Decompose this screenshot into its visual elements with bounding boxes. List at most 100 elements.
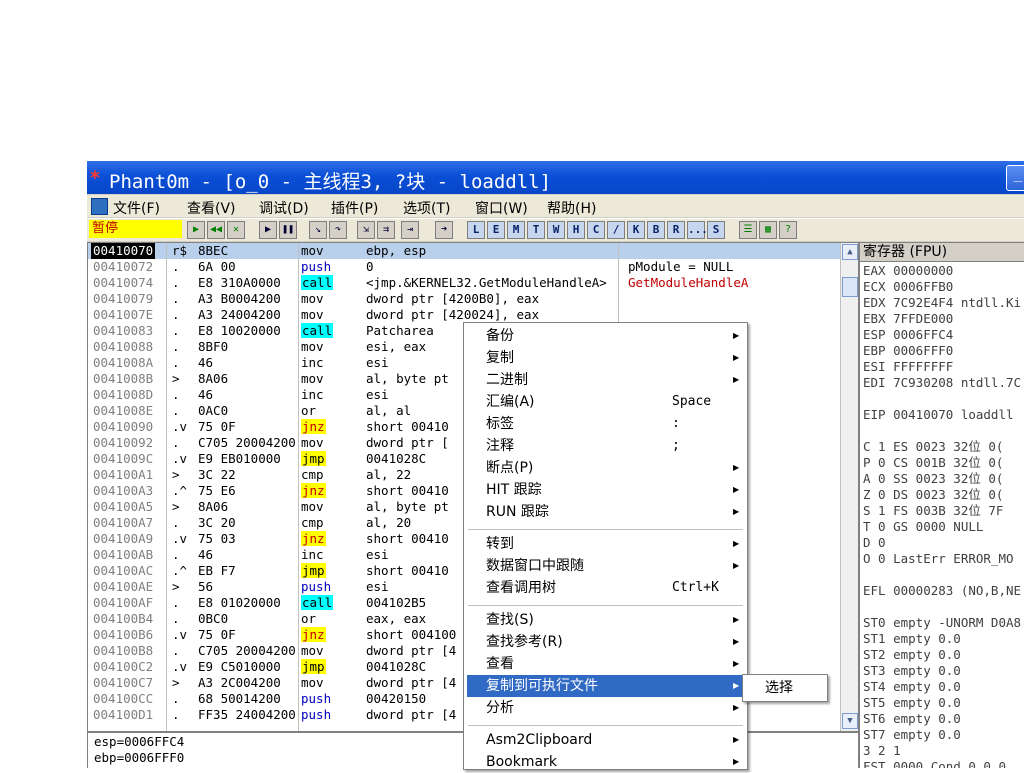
memory-button[interactable]: M bbox=[507, 221, 525, 239]
register-row[interactable]: A 0 SS 0023 32位 0( bbox=[863, 471, 1003, 487]
menu-item[interactable]: HIT 跟踪 ▶ bbox=[467, 479, 744, 501]
list-icon[interactable]: ☰ bbox=[739, 221, 757, 239]
menu-item[interactable]: 断点(P) ▶ bbox=[467, 457, 744, 479]
restart-icon[interactable]: ◀◀ bbox=[207, 221, 225, 239]
minimize-button[interactable]: _ bbox=[1006, 165, 1024, 191]
register-row[interactable]: ST1 empty 0.0 bbox=[863, 631, 961, 647]
register-row[interactable]: T 0 GS 0000 NULL bbox=[863, 519, 983, 535]
step-over-icon[interactable]: ↷ bbox=[329, 221, 347, 239]
source-button[interactable]: S bbox=[707, 221, 725, 239]
register-row[interactable]: ST7 empty 0.0 bbox=[863, 727, 961, 743]
pause-icon[interactable]: ❚❚ bbox=[279, 221, 297, 239]
row-mnemonic: mov bbox=[301, 371, 324, 386]
patches-button[interactable]: / bbox=[607, 221, 625, 239]
register-row[interactable]: EBP 0006FFF0 bbox=[863, 343, 953, 359]
menu-item-select[interactable]: 选择 bbox=[745, 677, 823, 699]
register-row[interactable]: ST5 empty 0.0 bbox=[863, 695, 961, 711]
register-row[interactable]: EIP 00410070 loaddll bbox=[863, 407, 1014, 423]
scroll-up-icon[interactable]: ▲ bbox=[842, 244, 858, 260]
goto-icon[interactable]: ➜ bbox=[435, 221, 453, 239]
menu-help[interactable]: 帮助(H) bbox=[547, 198, 596, 218]
menu-item[interactable]: 标签: bbox=[467, 413, 744, 435]
step-into-icon[interactable]: ↘ bbox=[309, 221, 327, 239]
app-menu-icon[interactable] bbox=[91, 198, 108, 215]
registers-pane[interactable]: 寄存器 (FPU) EAX 00000000 ECX 0006FFB0 EDX 7C… bbox=[859, 242, 1024, 768]
row-operands: short 00410 bbox=[366, 563, 449, 578]
menu-item[interactable]: 查看 ▶ bbox=[467, 653, 744, 675]
register-row[interactable]: P 0 CS 001B 32位 0( bbox=[863, 455, 1003, 471]
menu-item[interactable]: 复制到可执行文件 ▶ bbox=[467, 675, 744, 697]
register-row[interactable]: FST 0000 Cond 0 0 0 bbox=[863, 759, 1006, 768]
trace-into-icon[interactable]: ⇲ bbox=[357, 221, 375, 239]
menu-debug[interactable]: 调试(D) bbox=[259, 198, 309, 218]
menu-item[interactable]: Asm2Clipboard ▶ bbox=[467, 729, 744, 751]
register-row[interactable]: ST3 empty 0.0 bbox=[863, 663, 961, 679]
scroll-down-icon[interactable]: ▼ bbox=[842, 713, 858, 729]
trace-over-icon[interactable]: ⇉ bbox=[377, 221, 395, 239]
menu-plugins[interactable]: 插件(P) bbox=[331, 198, 378, 218]
register-row[interactable]: ST6 empty 0.0 bbox=[863, 711, 961, 727]
menu-item[interactable]: 备份 ▶ bbox=[467, 325, 744, 347]
row-mnemonic: inc bbox=[301, 355, 324, 370]
register-row[interactable]: Z 0 DS 0023 32位 0( bbox=[863, 487, 1003, 503]
title-bar[interactable]: * Phant0m - [o_0 - 主线程3, ?块 - loaddll] _ bbox=[87, 161, 1024, 194]
menu-file[interactable]: 文件(F) bbox=[113, 198, 160, 218]
register-row[interactable]: ST0 empty -UNORM D0A8 bbox=[863, 615, 1021, 631]
menu-item[interactable]: 数据窗口中跟随 ▶ bbox=[467, 555, 744, 577]
register-row[interactable]: ECX 0006FFB0 bbox=[863, 279, 953, 295]
register-row[interactable]: ESP 0006FFC4 bbox=[863, 327, 953, 343]
windows-button[interactable]: W bbox=[547, 221, 565, 239]
menu-item[interactable]: 复制 ▶ bbox=[467, 347, 744, 369]
registers-header[interactable]: 寄存器 (FPU) bbox=[860, 243, 1024, 262]
menu-item-label: Asm2Clipboard bbox=[486, 732, 593, 748]
menu-item[interactable]: 查看调用树 Ctrl+K bbox=[467, 577, 744, 599]
menu-view[interactable]: 查看(V) bbox=[187, 198, 236, 218]
help-icon[interactable]: ? bbox=[779, 221, 797, 239]
breakpoints-button[interactable]: B bbox=[647, 221, 665, 239]
run-icon[interactable]: ▶ bbox=[259, 221, 277, 239]
disassembly-scrollbar[interactable]: ▲ ▼ bbox=[840, 243, 858, 731]
menu-options[interactable]: 选项(T) bbox=[403, 198, 450, 218]
menu-item[interactable]: 汇编(A) Space bbox=[467, 391, 744, 413]
menu-item[interactable]: 注释; bbox=[467, 435, 744, 457]
row-operands: ebp, esp bbox=[366, 243, 427, 258]
menu-item[interactable]: 转到 ▶ bbox=[467, 533, 744, 555]
register-row[interactable]: S 1 FS 003B 32位 7F bbox=[863, 503, 1003, 519]
menu-item[interactable]: 二进制 ▶ bbox=[467, 369, 744, 391]
register-row[interactable]: ST4 empty 0.0 bbox=[863, 679, 961, 695]
row-flow-marker: . bbox=[172, 611, 180, 626]
register-row[interactable]: EAX 00000000 bbox=[863, 263, 953, 279]
run-trace-button[interactable]: ... bbox=[687, 221, 708, 239]
open-icon[interactable]: ▶ bbox=[187, 221, 205, 239]
register-row[interactable]: EBX 7FFDE000 bbox=[863, 311, 953, 327]
menu-item[interactable]: 查找参考(R) ▶ bbox=[467, 631, 744, 653]
row-flow-marker: .v bbox=[172, 659, 188, 674]
register-row[interactable]: ESI FFFFFFFF bbox=[863, 359, 953, 375]
modules-button[interactable]: E bbox=[487, 221, 505, 239]
row-mnemonic: cmp bbox=[301, 515, 324, 530]
cpu-button[interactable]: C bbox=[587, 221, 605, 239]
register-row[interactable]: EDI 7C930208 ntdll.7C bbox=[863, 375, 1021, 391]
register-row[interactable]: O 0 LastErr ERROR_MO bbox=[863, 551, 1014, 567]
call-stack-button[interactable]: K bbox=[627, 221, 645, 239]
execute-till-return-icon[interactable]: ⇥ bbox=[401, 221, 419, 239]
threads-button[interactable]: T bbox=[527, 221, 545, 239]
menu-window[interactable]: 窗口(W) bbox=[475, 198, 528, 218]
menu-item[interactable]: Bookmark ▶ bbox=[467, 751, 744, 773]
register-row[interactable]: 3 2 1 bbox=[863, 743, 901, 759]
register-row[interactable]: EFL 00000283 (NO,B,NE bbox=[863, 583, 1021, 599]
register-row[interactable]: EDX 7C92E4F4 ntdll.Ki bbox=[863, 295, 1021, 311]
close-icon[interactable]: ✕ bbox=[227, 221, 245, 239]
menu-item[interactable]: 查找(S) ▶ bbox=[467, 609, 744, 631]
row-operands: <jmp.&KERNEL32.GetModuleHandleA> bbox=[366, 275, 607, 290]
menu-item[interactable]: RUN 跟踪 ▶ bbox=[467, 501, 744, 523]
scroll-thumb[interactable] bbox=[842, 277, 858, 297]
register-row[interactable]: ST2 empty 0.0 bbox=[863, 647, 961, 663]
register-row[interactable]: D 0 bbox=[863, 535, 886, 551]
handles-button[interactable]: H bbox=[567, 221, 585, 239]
log-window-button[interactable]: L bbox=[467, 221, 485, 239]
references-button[interactable]: R bbox=[667, 221, 685, 239]
grid-icon[interactable]: ▦ bbox=[759, 221, 777, 239]
menu-item[interactable]: 分析 ▶ bbox=[467, 697, 744, 719]
register-row[interactable]: C 1 ES 0023 32位 0( bbox=[863, 439, 1003, 455]
